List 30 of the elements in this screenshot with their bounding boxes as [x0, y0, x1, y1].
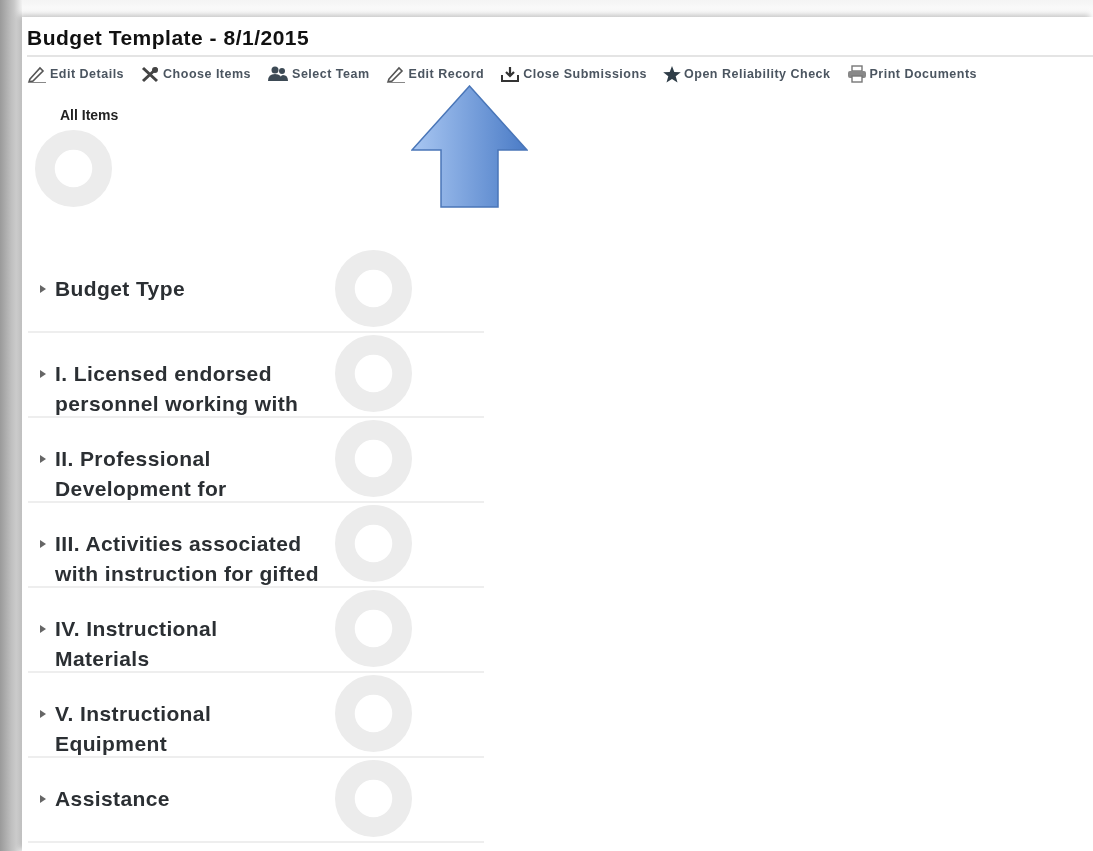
- expand-icon[interactable]: [40, 455, 46, 463]
- pencil-icon: [385, 65, 406, 83]
- expand-icon[interactable]: [40, 710, 46, 718]
- all-items-label[interactable]: All Items: [60, 107, 119, 123]
- toolbar-link[interactable]: Print Documents: [846, 65, 978, 83]
- expand-icon[interactable]: [40, 540, 46, 548]
- tools-icon: [140, 65, 161, 83]
- toolbar-link[interactable]: Select Team: [267, 66, 370, 82]
- item-label[interactable]: III. Activities associated with instruction for gifted: [55, 529, 319, 589]
- item-label[interactable]: IV. Instructional Materials: [55, 614, 218, 674]
- people-icon: [267, 66, 290, 82]
- item-label[interactable]: Assistance: [55, 784, 170, 814]
- item-label[interactable]: I. Licensed endorsed personnel working with: [55, 359, 299, 419]
- expand-icon[interactable]: [40, 625, 46, 633]
- item-label[interactable]: II. Professional Development for: [55, 444, 227, 504]
- toolbar-link[interactable]: Edit Record: [385, 65, 485, 83]
- toolbar-link[interactable]: Choose Items: [140, 65, 252, 83]
- toolbar-link[interactable]: Close Submissions: [500, 65, 648, 83]
- expand-icon[interactable]: [40, 795, 46, 803]
- printer-icon: [846, 65, 867, 83]
- toolbar-link[interactable]: Edit Details: [27, 65, 125, 83]
- window-title: Budget Template - 8/1/2015: [27, 23, 1093, 57]
- download-icon: [500, 65, 521, 83]
- item-label[interactable]: Budget Type: [55, 274, 185, 304]
- pencil-icon: [27, 65, 47, 83]
- star-icon: [663, 65, 682, 83]
- item-label[interactable]: V. Instructional Equipment: [55, 699, 212, 759]
- expand-icon[interactable]: [40, 285, 46, 293]
- toolbar-link[interactable]: Open Reliability Check: [663, 65, 831, 83]
- expand-icon[interactable]: [40, 370, 46, 378]
